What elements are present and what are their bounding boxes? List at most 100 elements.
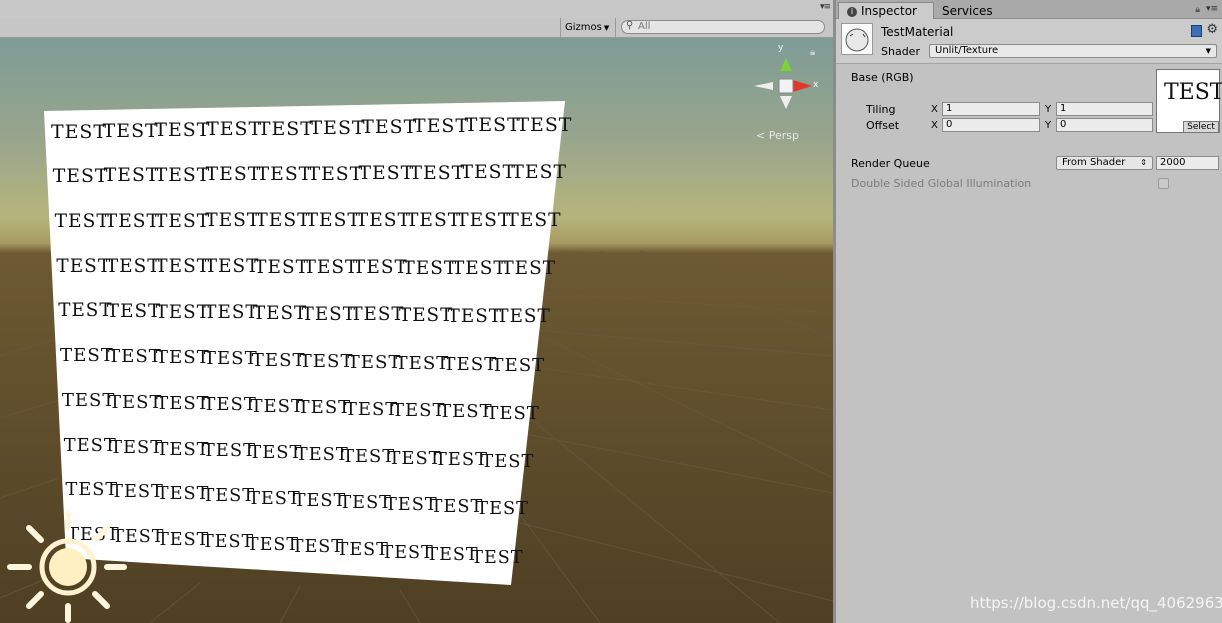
shader-label: Shader — [881, 45, 920, 58]
texture-select-button[interactable]: Select — [1183, 121, 1219, 133]
quad-test-label: TEST — [60, 345, 114, 367]
offset-label: Offset — [866, 119, 900, 132]
quad-test-label: TEST — [256, 164, 313, 186]
updown-arrow-icon: ⇕ — [1140, 158, 1147, 167]
sun-icon — [7, 511, 127, 623]
tab-services-label: Services — [942, 4, 993, 18]
quad-test-label: TEST — [456, 210, 512, 232]
quad-test-label: TEST — [303, 257, 359, 279]
quad-test-label: TEST — [395, 352, 450, 374]
quad-test-label: TEST — [299, 350, 354, 372]
tiling-y-field[interactable]: 1 — [1056, 102, 1153, 116]
quad-test-label: TEST — [156, 438, 210, 460]
quad-test-label: TEST — [257, 117, 314, 140]
quad-test-label: TEST — [155, 210, 211, 232]
quad-test-label: TEST — [102, 120, 159, 143]
quad-test-label: TEST — [460, 162, 517, 184]
quad-test-label: TEST — [50, 120, 107, 143]
quad-test-label: TEST — [203, 348, 258, 370]
quad-test-label: TEST — [155, 301, 210, 323]
inspector-menu-icon[interactable]: ▾≡ — [1206, 4, 1218, 14]
quad-test-label: TEST — [255, 210, 311, 232]
quad-test-label: TEST — [110, 436, 164, 458]
tiling-y-axis: Y — [1045, 104, 1052, 115]
quad-test-label: TEST — [358, 163, 415, 185]
chevron-down-icon: ▼ — [1205, 47, 1211, 55]
inspector-lock-icon[interactable]: 🔒︎ — [1195, 5, 1200, 15]
quad-test-label: TEST — [511, 161, 567, 183]
inspector-tab-strip: i Inspector Services 🔒︎ ▾≡ — [836, 0, 1222, 19]
quad-test-label: TEST — [104, 210, 160, 232]
quad-test-label: TEST — [506, 210, 562, 232]
quad-test-label: TEST — [204, 302, 259, 324]
help-book-icon[interactable] — [1191, 25, 1202, 37]
search-icon: ⚲ — [626, 20, 634, 31]
tiling-label: Tiling — [866, 103, 896, 116]
gizmo-y-label: y — [778, 43, 784, 53]
gizmos-dropdown[interactable]: Gizmos ▼ — [560, 18, 616, 37]
scene-viewport[interactable]: TEST TEST TEST TEST TEST TEST TEST TEST TEST TEST… — [0, 38, 833, 623]
lock-icon[interactable]: 🔒︎ — [810, 47, 815, 58]
quad-test-label: TEST — [406, 210, 462, 232]
quad-test-label: TEST — [464, 114, 521, 137]
tab-services[interactable]: Services — [942, 3, 993, 19]
quad-test-label: TEST — [399, 305, 454, 327]
quad-test-label: TEST — [501, 258, 557, 280]
double-sided-gi-label: Double Sided Global Illumination — [851, 177, 1032, 190]
quad-test-label: TEST — [355, 210, 411, 232]
quad-test-label: TEST — [252, 303, 308, 325]
tab-inspector-label: Inspector — [861, 4, 917, 18]
quad-test-label: TEST — [307, 163, 364, 185]
quad-test-label: TEST — [63, 435, 117, 457]
quad-test-label: TEST — [103, 165, 160, 187]
persp-icon: < — [756, 129, 766, 142]
quad-test-label: TEST — [56, 255, 112, 277]
render-queue-value-field[interactable]: 2000 — [1156, 156, 1219, 170]
quad-test-label: TEST — [413, 115, 469, 138]
tab-inspector[interactable]: i Inspector — [838, 2, 934, 19]
scene-orientation-gizmo[interactable]: y x — [746, 43, 826, 126]
quad-test-label: TEST — [58, 300, 113, 322]
offset-y-field[interactable]: 0 — [1056, 118, 1153, 132]
quad-test-label: TEST — [481, 451, 535, 473]
quad-test-label: TEST — [249, 442, 303, 464]
quad-test-label: TEST — [107, 346, 162, 368]
tiling-x-field[interactable]: 1 — [942, 102, 1040, 116]
quad-test-label: TEST — [155, 256, 211, 278]
quad-test-label: TEST — [476, 499, 529, 520]
quad-test-label: TEST — [471, 547, 524, 568]
quad-test-label: TEST — [388, 447, 442, 469]
quad-test-label: TEST — [409, 162, 466, 184]
shader-value: Unlit/Texture — [935, 45, 999, 56]
quad-test-label: TEST — [109, 391, 163, 413]
double-sided-gi-checkbox[interactable] — [1158, 178, 1169, 189]
quad-test-label: TEST — [344, 398, 399, 420]
quad-test-label: TEST — [203, 394, 257, 416]
quad-test-label: TEST — [52, 165, 109, 187]
quad-test-label: TEST — [54, 210, 110, 232]
quad-test-label: TEST — [451, 257, 507, 279]
quad-test-label: TEST — [154, 164, 211, 186]
quad-test-label: TEST — [61, 390, 116, 412]
render-queue-dropdown[interactable]: From Shader ⇕ — [1056, 156, 1153, 170]
offset-x-field[interactable]: 0 — [942, 118, 1040, 132]
shader-dropdown[interactable]: Unlit/Texture ▼ — [929, 44, 1217, 58]
texture-preview-text: TEST — [1164, 80, 1222, 105]
quad-test-label: TEST — [361, 116, 418, 139]
projection-toggle[interactable]: < Persp — [756, 129, 799, 142]
quad-test-label: TEST — [155, 347, 210, 369]
quad-test-label: TEST — [486, 402, 540, 424]
scene-search-placeholder: All — [638, 21, 651, 32]
base-rgb-label: Base (RGB) — [851, 71, 914, 84]
quad-test-label: TEST — [202, 440, 256, 462]
quad-test-label: TEST — [347, 351, 402, 373]
quad-test-label: TEST — [254, 256, 309, 278]
scene-menu-icon[interactable]: ▾≡ — [820, 2, 831, 12]
quad-test-label: TEST — [305, 210, 361, 232]
gear-icon[interactable]: ⚙ — [1206, 22, 1218, 37]
scene-search-input[interactable]: ⚲ All — [621, 20, 825, 34]
quad-test-label: TEST — [496, 306, 551, 328]
quad-test-label: TEST — [342, 445, 396, 467]
render-queue-label: Render Queue — [851, 157, 930, 170]
scene-view[interactable]: ▾≡ Gizmos ▼ ⚲ All TEST TEST TEST TEST TE… — [0, 0, 833, 623]
